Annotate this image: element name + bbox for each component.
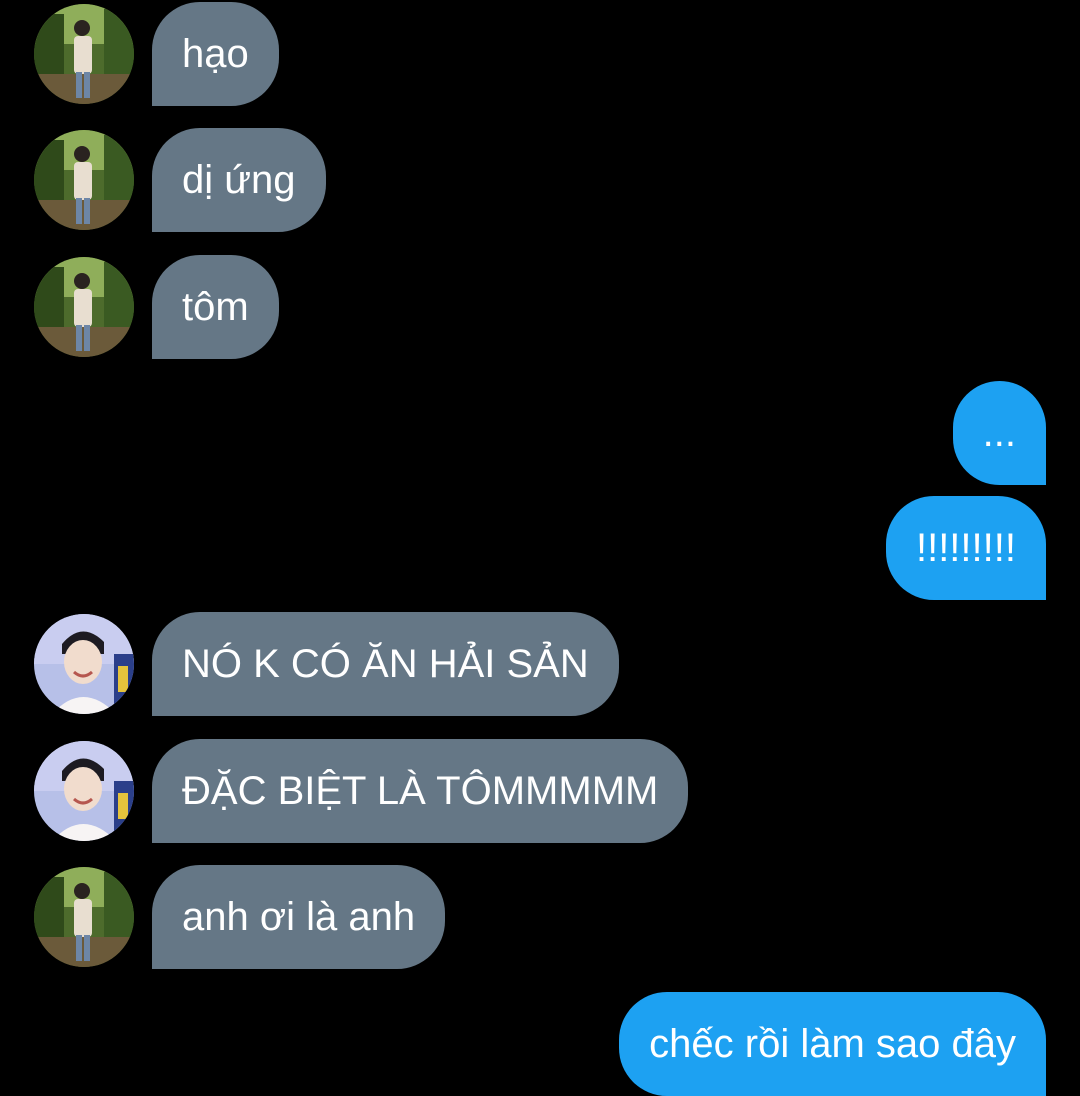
message-text: NÓ K CÓ ĂN HẢI SẢN [182, 642, 589, 686]
avatar-outdoor-image [34, 4, 134, 104]
message-text: ... [982, 411, 1016, 455]
incoming-message-bubble[interactable]: NÓ K CÓ ĂN HẢI SẢN [152, 612, 619, 716]
contact-avatar[interactable] [34, 614, 134, 714]
incoming-message-bubble[interactable]: dị ứng [152, 128, 326, 232]
message-text: chếc rồi làm sao đây [649, 1022, 1016, 1066]
contact-avatar[interactable] [34, 130, 134, 230]
avatar-outdoor-image [34, 867, 134, 967]
contact-avatar[interactable] [34, 867, 134, 967]
contact-avatar[interactable] [34, 4, 134, 104]
incoming-message-bubble[interactable]: ĐẶC BIỆT LÀ TÔMMMMM [152, 739, 689, 843]
outgoing-message-bubble[interactable]: chếc rồi làm sao đây [619, 992, 1046, 1096]
incoming-message-bubble[interactable]: anh ơi là anh [152, 865, 446, 969]
avatar-outdoor-image [34, 130, 134, 230]
contact-avatar[interactable] [34, 741, 134, 841]
incoming-message-bubble[interactable]: tôm [152, 255, 279, 359]
message-text: !!!!!!!!! [915, 526, 1016, 570]
avatar-smiling-image [34, 614, 134, 714]
message-text: ĐẶC BIỆT LÀ TÔMMMMM [182, 769, 659, 813]
avatar-outdoor-image [34, 257, 134, 357]
message-text: anh ơi là anh [182, 895, 416, 939]
message-text: dị ứng [182, 158, 296, 202]
avatar-smiling-image [34, 741, 134, 841]
outgoing-message-bubble[interactable]: !!!!!!!!! [885, 496, 1046, 600]
message-text: tôm [182, 285, 249, 329]
contact-avatar[interactable] [34, 257, 134, 357]
incoming-message-bubble[interactable]: hạo [152, 2, 279, 106]
message-text: hạo [182, 32, 249, 76]
outgoing-message-bubble[interactable]: ... [952, 381, 1046, 485]
